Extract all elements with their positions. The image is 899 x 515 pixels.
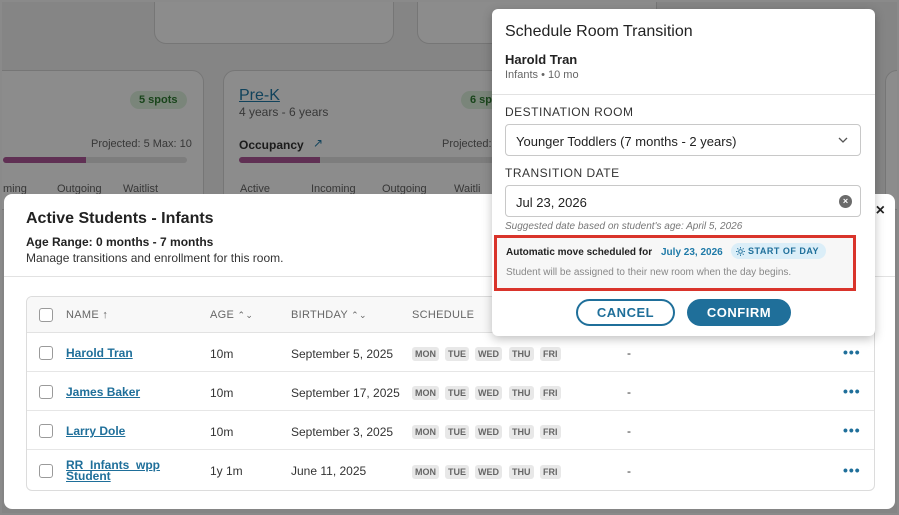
modal-title: Active Students - Infants <box>26 210 214 227</box>
table-row: RR_Infants_wpp Student 1y 1m June 11, 202… <box>27 450 874 490</box>
table-row: Harold Tran 10m September 5, 2025 MON TU… <box>27 333 874 372</box>
confirm-button[interactable]: CONFIRM <box>687 299 791 326</box>
student-birthday: September 3, 2025 <box>291 425 394 439</box>
modal-title: Schedule Room Transition <box>505 23 693 40</box>
schedule-transition-modal: Schedule Room Transition Harold Tran Inf… <box>492 9 875 336</box>
student-age: 10m <box>210 386 234 400</box>
sort-asc-icon: ↑ <box>102 309 109 321</box>
transition-date-value: Jul 23, 2026 <box>516 195 587 210</box>
student-meta: Infants • 10 mo <box>505 69 579 81</box>
col-birthday-header[interactable]: BIRTHDAY ⌃⌄ <box>291 309 367 321</box>
col-age-header[interactable]: AGE ⌃⌄ <box>210 309 253 321</box>
day-thu: THU <box>509 465 534 479</box>
destination-room-value: Younger Toddlers (7 months - 2 years) <box>516 134 737 149</box>
day-fri: FRI <box>540 386 561 400</box>
col-schedule-header: SCHEDULE <box>412 309 475 321</box>
row-extra: - <box>627 385 631 399</box>
suggested-date-hint: Suggested date based on student's age: A… <box>505 221 743 232</box>
row-extra: - <box>627 346 631 360</box>
more-actions-icon[interactable]: ••• <box>843 462 861 478</box>
sun-icon <box>736 246 745 256</box>
start-of-day-badge: START OF DAY <box>731 243 827 259</box>
student-birthday: September 17, 2025 <box>291 386 400 400</box>
chevron-down-icon <box>838 137 848 143</box>
student-name-link[interactable]: Harold Tran <box>66 347 133 359</box>
auto-move-date: July 23, 2026 <box>661 247 723 258</box>
row-checkbox[interactable] <box>39 464 53 478</box>
day-thu: THU <box>509 425 534 439</box>
student-name-link[interactable]: James Baker <box>66 386 140 398</box>
select-all-checkbox[interactable] <box>39 308 53 322</box>
day-mon: MON <box>412 465 439 479</box>
destination-room-select[interactable]: Younger Toddlers (7 months - 2 years) <box>505 124 861 156</box>
day-tue: TUE <box>445 425 469 439</box>
student-age: 10m <box>210 347 234 361</box>
more-actions-icon[interactable]: ••• <box>843 344 861 360</box>
day-wed: WED <box>475 425 502 439</box>
age-range: Age Range: 0 months - 7 months <box>26 235 214 249</box>
day-tue: TUE <box>445 465 469 479</box>
day-wed: WED <box>475 347 502 361</box>
more-actions-icon[interactable]: ••• <box>843 383 861 399</box>
student-age: 10m <box>210 425 234 439</box>
day-wed: WED <box>475 465 502 479</box>
day-fri: FRI <box>540 425 561 439</box>
student-age: 1y 1m <box>210 464 243 478</box>
student-birthday: June 11, 2025 <box>291 464 367 478</box>
auto-move-text: Automatic move scheduled for <box>506 247 653 258</box>
student-name-link[interactable]: RR_Infants_wpp Student <box>66 459 160 482</box>
day-fri: FRI <box>540 465 561 479</box>
divider <box>492 94 875 95</box>
table-row: James Baker 10m September 17, 2025 MON T… <box>27 372 874 411</box>
row-checkbox[interactable] <box>39 424 53 438</box>
more-actions-icon[interactable]: ••• <box>843 422 861 438</box>
app-frame: 5 spots Projected: 5 Max: 10 ming Outgoi… <box>0 0 899 515</box>
transition-date-input[interactable]: Jul 23, 2026 × <box>505 185 861 217</box>
table-row: Larry Dole 10m September 3, 2025 MON TUE… <box>27 411 874 450</box>
row-checkbox[interactable] <box>39 385 53 399</box>
day-wed: WED <box>475 386 502 400</box>
row-checkbox[interactable] <box>39 346 53 360</box>
destination-room-label: DESTINATION ROOM <box>505 105 634 119</box>
sort-icon: ⌃⌄ <box>351 310 367 320</box>
day-mon: MON <box>412 386 439 400</box>
day-mon: MON <box>412 347 439 361</box>
modal-description: Manage transitions and enrollment for th… <box>26 251 284 265</box>
cancel-button[interactable]: CANCEL <box>576 299 675 326</box>
col-name-header[interactable]: NAME ↑ <box>66 309 108 321</box>
student-birthday: September 5, 2025 <box>291 347 394 361</box>
day-tue: TUE <box>445 386 469 400</box>
day-thu: THU <box>509 386 534 400</box>
auto-move-subtext: Student will be assigned to their new ro… <box>506 267 792 278</box>
row-extra: - <box>627 424 631 438</box>
day-fri: FRI <box>540 347 561 361</box>
row-extra: - <box>627 464 631 478</box>
transition-date-label: TRANSITION DATE <box>505 166 620 180</box>
clear-date-icon[interactable]: × <box>839 195 852 208</box>
day-tue: TUE <box>445 347 469 361</box>
student-name: Harold Tran <box>505 52 578 67</box>
student-name-link[interactable]: Larry Dole <box>66 425 125 437</box>
automatic-move-notice: Automatic move scheduled for July 23, 20… <box>494 235 856 291</box>
close-icon[interactable]: × <box>876 202 885 220</box>
day-mon: MON <box>412 425 439 439</box>
day-thu: THU <box>509 347 534 361</box>
sort-icon: ⌃⌄ <box>237 310 254 320</box>
